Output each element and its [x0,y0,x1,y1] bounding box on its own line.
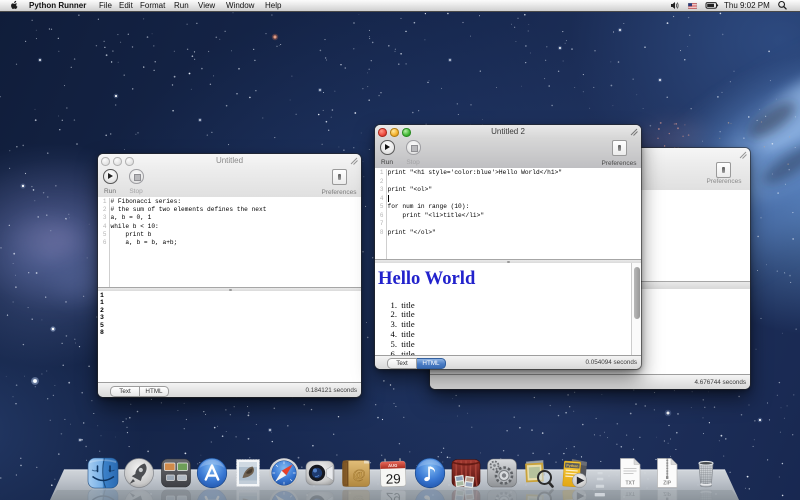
svg-text:ZIP: ZIP [663,481,671,487]
svg-text:AUG: AUG [388,463,397,468]
svg-text:Python: Python [566,464,578,469]
svg-text:TXT: TXT [625,481,634,487]
svg-text:29: 29 [385,471,401,487]
svg-text:@: @ [352,468,365,483]
